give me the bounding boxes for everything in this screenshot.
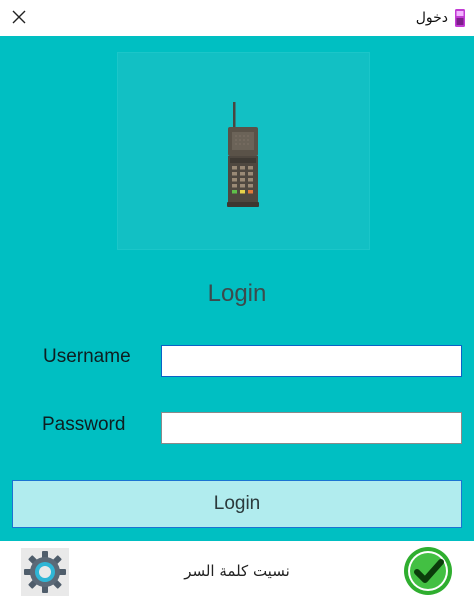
password-label: Password <box>42 414 126 435</box>
username-label: Username <box>43 346 131 367</box>
login-panel: Login Username Password Login <box>0 36 474 541</box>
confirm-button[interactable] <box>402 545 454 597</box>
username-input[interactable] <box>161 345 462 377</box>
login-heading: Login <box>207 280 267 307</box>
window-title: دخول <box>416 8 466 28</box>
title-bar: دخول <box>0 0 474 36</box>
password-input[interactable] <box>161 412 462 444</box>
close-icon <box>12 10 26 24</box>
close-button[interactable] <box>6 4 32 30</box>
phone-app-icon <box>455 9 465 27</box>
login-button[interactable]: Login <box>12 480 462 528</box>
logo-area <box>117 52 370 250</box>
footer-bar: نسيت كلمة السر <box>0 541 474 599</box>
checkmark-icon <box>404 547 452 595</box>
mobile-phone-icon <box>227 102 259 207</box>
window-title-text: دخول <box>415 10 448 26</box>
